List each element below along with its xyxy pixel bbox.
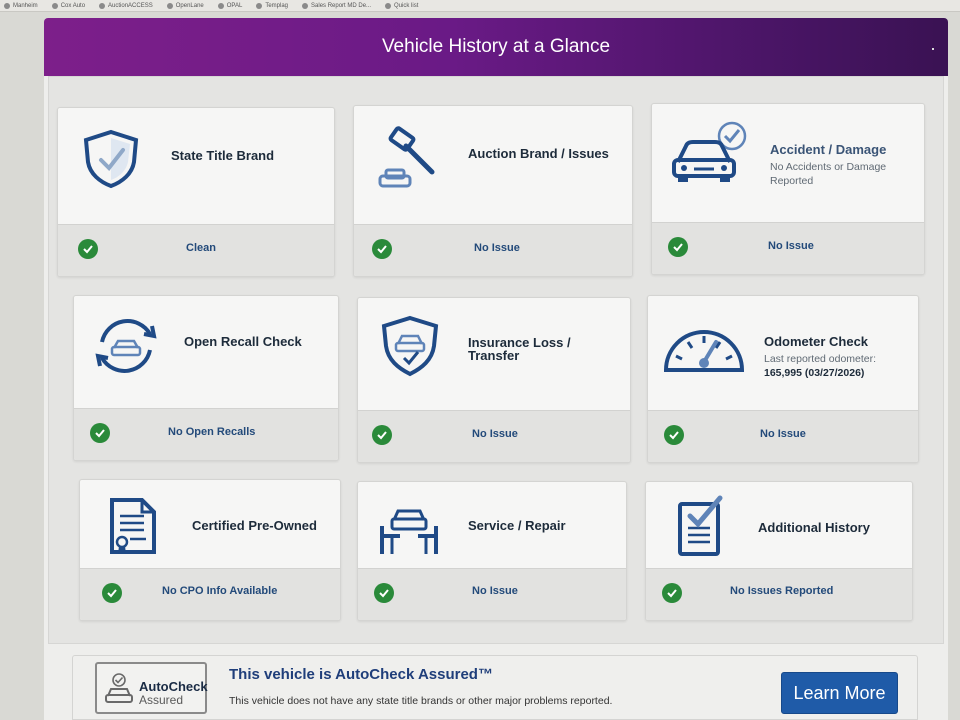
odometer-value: 165,995 (03/27/2026) — [764, 367, 865, 379]
card-title: Additional History — [758, 520, 870, 535]
gauge-icon — [663, 330, 745, 372]
card-auction-brand[interactable]: Auction Brand / Issues No Issue — [353, 105, 633, 277]
card-title: Insurance Loss / Transfer — [468, 335, 571, 363]
car-check-icon — [105, 673, 133, 703]
card-open-recall[interactable]: Open Recall Check No Open Recalls — [73, 295, 339, 461]
bookmark[interactable]: OpenLane — [166, 2, 204, 9]
assured-heading: This vehicle is AutoCheck Assured™ — [229, 666, 493, 683]
card-certified-pre-owned[interactable]: Certified Pre-Owned No CPO Info Availabl… — [79, 479, 341, 621]
check-icon — [662, 583, 682, 603]
shield-car-icon — [381, 315, 439, 377]
status-text: No Issue — [768, 240, 814, 252]
gavel-icon — [378, 126, 435, 188]
car-check-icon — [672, 121, 747, 182]
card-title: State Title Brand — [171, 148, 275, 163]
car-cycle-icon — [95, 319, 157, 373]
certificate-icon — [110, 498, 156, 554]
badge-title: AutoCheck — [139, 679, 208, 694]
status-text: No Issue — [474, 242, 520, 254]
bookmark[interactable]: Sales Report MD De... — [302, 2, 371, 9]
check-icon — [102, 583, 122, 603]
card-additional-history[interactable]: Additional History No Issues Reported — [645, 481, 913, 621]
card-title: Certified Pre-Owned — [192, 518, 317, 533]
bookmark[interactable]: Manheim — [4, 2, 38, 9]
status-text: No Issue — [760, 428, 806, 440]
page-title: Vehicle History at a Glance — [381, 36, 611, 57]
check-icon — [90, 423, 110, 443]
check-icon — [372, 239, 392, 259]
card-service-repair[interactable]: Service / Repair No Issue — [357, 481, 627, 621]
status-text: Clean — [186, 242, 216, 254]
card-subtitle: Last reported odometer: — [764, 353, 877, 365]
status-text: No Open Recalls — [168, 426, 256, 438]
page-banner: Vehicle History at a Glance — [44, 18, 948, 76]
check-icon — [78, 239, 98, 259]
bookmark[interactable]: OPAL — [217, 2, 242, 9]
shield-check-icon — [83, 129, 139, 189]
badge-subtitle: Assured — [139, 693, 184, 707]
check-icon — [664, 425, 684, 445]
autocheck-assured-section: AutoCheck Assured This vehicle is AutoCh… — [72, 655, 918, 720]
vehicle-history-panel: Vehicle History at a Glance State Title … — [44, 18, 948, 720]
card-subtitle: No Accidents or Damage Reported — [770, 161, 887, 187]
card-odometer-check[interactable]: Odometer Check Last reported odometer: 1… — [647, 295, 919, 463]
check-icon — [372, 425, 392, 445]
card-title: Auction Brand / Issues — [468, 146, 609, 161]
bookmark[interactable]: Templag — [256, 2, 288, 9]
card-accident-damage[interactable]: Accident / Damage No Accidents or Damage… — [651, 103, 925, 275]
card-title: Service / Repair — [468, 518, 566, 533]
assured-description: This vehicle does not have any state tit… — [229, 695, 613, 707]
autocheck-assured-badge: AutoCheck Assured — [95, 662, 208, 714]
bookmark[interactable]: Quick list — [385, 2, 418, 9]
cards-grid: State Title Brand Clean Auction Brand / … — [48, 76, 944, 644]
status-text: No Issue — [472, 585, 518, 597]
status-text: No Issue — [472, 428, 518, 440]
card-title: Open Recall Check — [184, 334, 302, 349]
bookmark[interactable]: Cox Auto — [51, 2, 85, 9]
bookmark[interactable]: AuctionACCESS — [99, 2, 153, 9]
check-icon — [668, 237, 688, 257]
status-text: No Issues Reported — [730, 585, 834, 597]
card-title: Accident / Damage — [770, 142, 887, 157]
clipboard-check-icon — [678, 495, 723, 556]
status-text: No CPO Info Available — [162, 585, 278, 597]
bookmarks-bar: Manheim Cox Auto AuctionACCESS OpenLane … — [0, 0, 960, 12]
banner-dot — [932, 48, 934, 50]
card-title: Odometer Check — [764, 334, 869, 349]
card-insurance-loss[interactable]: Insurance Loss / Transfer No Issue — [357, 297, 631, 463]
learn-more-button[interactable]: Learn More — [781, 672, 898, 714]
car-lift-icon — [380, 509, 438, 554]
check-icon — [374, 583, 394, 603]
card-state-title-brand[interactable]: State Title Brand Clean — [57, 107, 335, 277]
